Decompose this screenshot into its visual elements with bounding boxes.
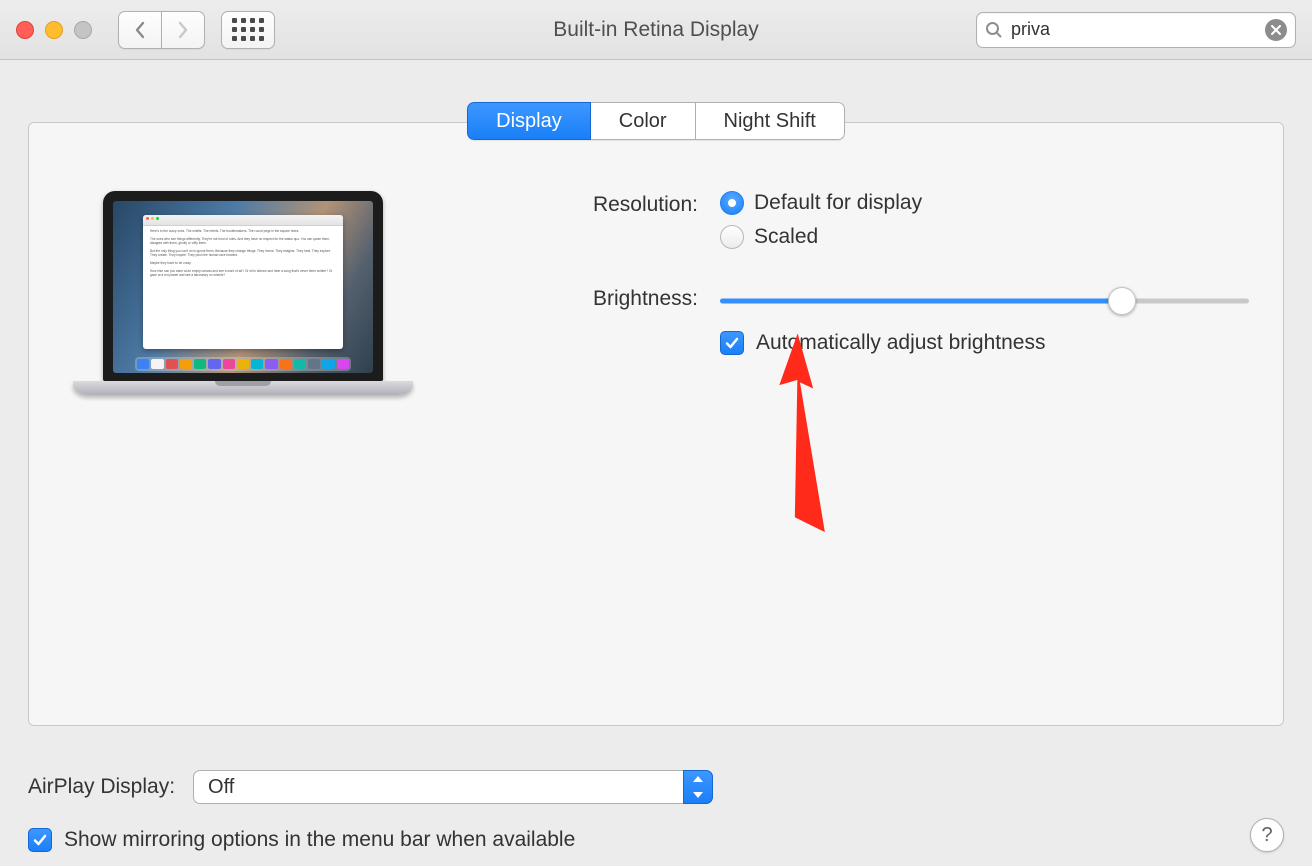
chevron-down-icon [684,787,712,803]
zoom-window-button[interactable] [74,21,92,39]
chevron-left-icon [133,21,147,39]
apps-grid-icon [232,18,264,41]
preview-paragraph: Here's to the crazy ones. The misfits. T… [150,229,336,233]
show-mirroring-checkbox[interactable]: Show mirroring options in the menu bar w… [28,828,1284,852]
preview-paragraph: Maybe they have to be crazy. [150,261,336,265]
resolution-default-radio[interactable]: Default for display [720,191,922,215]
slider-fill [720,299,1122,304]
checkbox-label: Show mirroring options in the menu bar w… [64,828,575,852]
tab-night-shift[interactable]: Night Shift [695,102,845,140]
brightness-label: Brightness: [533,287,720,311]
traffic-lights [16,21,92,39]
close-window-button[interactable] [16,21,34,39]
preview-paragraph: But the only thing you can't do is ignor… [150,249,336,257]
brightness-slider[interactable] [720,289,1249,313]
tab-display[interactable]: Display [467,102,591,140]
airplay-select[interactable]: Off [193,770,713,804]
search-field-container[interactable] [976,12,1296,48]
preview-paragraph: The ones who see things differently. The… [150,237,336,245]
footer: AirPlay Display: Off Show mirroring opti… [28,770,1284,852]
resolution-radio-group: Default for display Scaled [720,191,922,249]
tabs-row: Display Color Night Shift [0,102,1312,140]
resolution-scaled-radio[interactable]: Scaled [720,225,922,249]
radio-label: Scaled [754,225,818,249]
nav-segment [118,11,205,49]
display-preview: Here's to the crazy ones. The misfits. T… [63,191,423,395]
toolbar: Built-in Retina Display [0,0,1312,60]
radio-indicator-icon [720,191,744,215]
x-icon [1271,25,1281,35]
minimize-window-button[interactable] [45,21,63,39]
select-value: Off [208,776,234,799]
resolution-label: Resolution: [533,191,720,217]
search-input[interactable] [1009,18,1265,41]
tabs-segment: Display Color Night Shift [467,102,845,140]
help-glyph: ? [1261,824,1272,847]
auto-brightness-checkbox[interactable]: Automatically adjust brightness [720,331,1249,355]
airplay-label: AirPlay Display: [28,775,175,799]
settings-panel: Here's to the crazy ones. The misfits. T… [28,122,1284,726]
search-icon [985,21,1003,39]
chevron-right-icon [176,21,190,39]
preview-paragraph: How else can you stare at an empty canva… [150,269,336,277]
tab-color[interactable]: Color [590,102,696,140]
back-button[interactable] [118,11,161,49]
select-stepper[interactable] [683,770,713,804]
chevron-up-icon [684,771,712,787]
forward-button[interactable] [161,11,205,49]
help-button[interactable]: ? [1250,818,1284,852]
clear-search-button[interactable] [1265,19,1287,41]
checkmark-icon [720,331,744,355]
checkmark-icon [28,828,52,852]
slider-knob[interactable] [1108,287,1136,315]
show-all-button[interactable] [221,11,275,49]
radio-indicator-icon [720,225,744,249]
checkbox-label: Automatically adjust brightness [756,331,1045,355]
system-preferences-window: Built-in Retina Display Display Color Ni… [0,0,1312,866]
form-column: Resolution: Default for display Scaled [423,191,1249,395]
radio-label: Default for display [754,191,922,215]
laptop-icon: Here's to the crazy ones. The misfits. T… [73,191,413,395]
